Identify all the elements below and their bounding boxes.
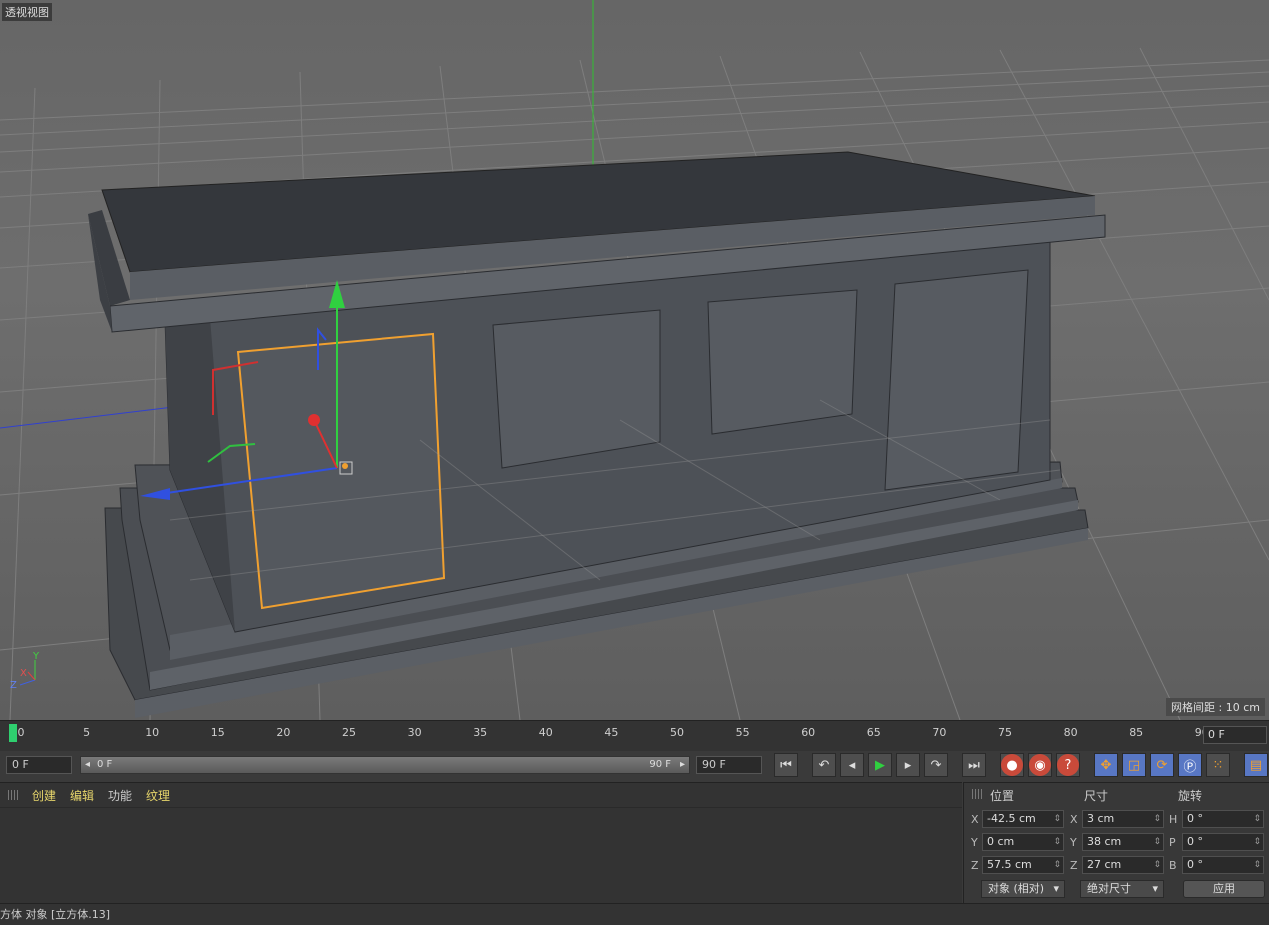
timeline-ruler[interactable]: 0 5 10 15 20 25 30 35 40 45 50 55 60 65 70 75 80 85 90 0 F (0, 720, 1269, 751)
timeline-tick-label: 25 (342, 726, 356, 739)
move-key-icon[interactable]: ✥ (1094, 753, 1118, 777)
position-x-field[interactable]: -42.5 cm (982, 810, 1064, 828)
frame-range-slider[interactable]: ◂ 0 F 90 F ▸ (80, 756, 690, 774)
size-z-field[interactable]: 27 cm (1082, 856, 1164, 874)
object-manager: 创建 编辑 功能 纹理 (0, 782, 962, 903)
timeline-tick-label: 75 (998, 726, 1012, 739)
pos-z-label: Z (971, 859, 979, 872)
perspective-viewport[interactable]: Y Z X 透视视图 网格间距 : 10 cm (0, 0, 1269, 720)
rot-b-label: B (1169, 859, 1177, 872)
menu-create[interactable]: 创建 (32, 787, 56, 804)
next-key-icon[interactable]: ↷ (924, 753, 948, 777)
axis-indicator: Y Z X (10, 651, 40, 691)
menu-texture[interactable]: 纹理 (146, 787, 170, 804)
playhead-marker[interactable] (9, 724, 17, 742)
position-header: 位置 (990, 789, 1015, 803)
timeline-tick-label: 60 (801, 726, 816, 739)
rotation-h-field[interactable]: 0 ° (1182, 810, 1264, 828)
svg-text:Z: Z (10, 680, 17, 691)
world-z-axis (0, 404, 191, 429)
record-keys-icon[interactable]: ● (1000, 753, 1024, 777)
parameter-key-icon[interactable]: Ⓟ (1178, 753, 1202, 777)
keyframe-selection-icon[interactable]: ? (1056, 753, 1080, 777)
rot-p-label: P (1169, 836, 1176, 849)
size-x-field[interactable]: 3 cm (1082, 810, 1164, 828)
timeline-window-icon[interactable]: ▤ (1244, 753, 1268, 777)
coords-grip-icon[interactable] (972, 789, 982, 799)
svg-text:X: X (20, 668, 27, 679)
start-frame-field[interactable]: 0 F (6, 756, 72, 774)
rot-h-label: H (1169, 813, 1178, 826)
scale-key-icon[interactable]: ◲ (1122, 753, 1146, 777)
rotate-key-icon[interactable]: ⟳ (1150, 753, 1174, 777)
position-z-field[interactable]: 57.5 cm (982, 856, 1064, 874)
size-y-field[interactable]: 38 cm (1082, 833, 1164, 851)
auto-keying-icon[interactable]: ◉ (1028, 753, 1052, 777)
gizmo-pivot-icon (342, 463, 348, 469)
current-frame-field[interactable]: 0 F (1203, 726, 1267, 744)
timeline-tick-label: 50 (670, 726, 684, 739)
timeline-tick-label: 5 (83, 726, 91, 739)
gizmo-x-handle-icon[interactable] (308, 414, 320, 426)
panel-2[interactable] (492, 309, 661, 469)
next-frame-icon[interactable]: ▸ (896, 753, 920, 777)
apply-button[interactable]: 应用 (1183, 880, 1265, 898)
pos-y-label: Y (971, 836, 978, 849)
timeline-tick-label: 35 (473, 726, 488, 739)
end-frame-field[interactable]: 90 F (696, 756, 762, 774)
timeline-tick-label: 15 (210, 726, 225, 739)
panel-4[interactable] (884, 269, 1029, 491)
timeline-tick-label: 85 (1129, 726, 1144, 739)
timeline-tick-label: 65 (866, 726, 881, 739)
rotation-p-field[interactable]: 0 ° (1182, 833, 1264, 851)
timeline-tick-label: 70 (932, 726, 947, 739)
viewport-scene: Y Z X (0, 0, 1269, 720)
size-x-label: X (1070, 813, 1078, 826)
timeline-tick-label: 45 (604, 726, 619, 739)
previous-key-icon[interactable]: ↶ (812, 753, 836, 777)
range-right-arrow-icon[interactable]: ▸ (680, 757, 685, 773)
timeline-tick-label: 30 (407, 726, 422, 739)
timeline-tick-label: 20 (276, 726, 291, 739)
go-to-end-icon[interactable]: ⏭ (962, 753, 986, 777)
play-icon[interactable]: ▶ (868, 753, 892, 777)
coordinate-mode-dropdown[interactable]: 对象 (相对) (981, 880, 1065, 898)
viewport-title[interactable]: 透视视图 (2, 3, 52, 21)
size-header: 尺寸 (1084, 789, 1109, 803)
coordinate-manager: 位置 尺寸 旋转 X -42.5 cm X 3 cm H 0 ° Y 0 cm … (963, 782, 1269, 903)
range-start-label: 0 F (97, 759, 113, 770)
panel-grip-icon[interactable] (8, 790, 18, 800)
status-bar: 方体 对象 [立方体.13] (0, 903, 1269, 925)
menu-edit[interactable]: 编辑 (70, 787, 94, 804)
previous-frame-icon[interactable]: ◂ (840, 753, 864, 777)
point-level-icon[interactable]: ⁙ (1206, 753, 1230, 777)
rotation-header: 旋转 (1178, 789, 1203, 803)
size-y-label: Y (1070, 836, 1077, 849)
position-y-field[interactable]: 0 cm (982, 833, 1064, 851)
size-z-label: Z (1070, 859, 1078, 872)
timeline-tick-label: 40 (538, 726, 553, 739)
pos-x-label: X (971, 813, 979, 826)
timeline-tick-label: 80 (1063, 726, 1078, 739)
rotation-b-field[interactable]: 0 ° (1182, 856, 1264, 874)
grid-spacing-label: 网格间距 : 10 cm (1166, 698, 1265, 716)
range-left-arrow-icon[interactable]: ◂ (85, 757, 90, 773)
range-end-label: 90 F (649, 759, 671, 770)
go-to-start-icon[interactable]: ⏮ (774, 753, 798, 777)
svg-text:Y: Y (32, 651, 40, 662)
timeline-tick-label: 10 (145, 726, 160, 739)
selected-panel[interactable] (236, 332, 446, 610)
menu-function[interactable]: 功能 (108, 787, 132, 804)
timeline-tick-label: 55 (735, 726, 750, 739)
object-manager-menu: 创建 编辑 功能 纹理 (0, 783, 962, 808)
panel-3[interactable] (707, 289, 858, 435)
timeline-tick-label: 0 (17, 726, 25, 739)
size-mode-dropdown[interactable]: 绝对尺寸 (1080, 880, 1164, 898)
